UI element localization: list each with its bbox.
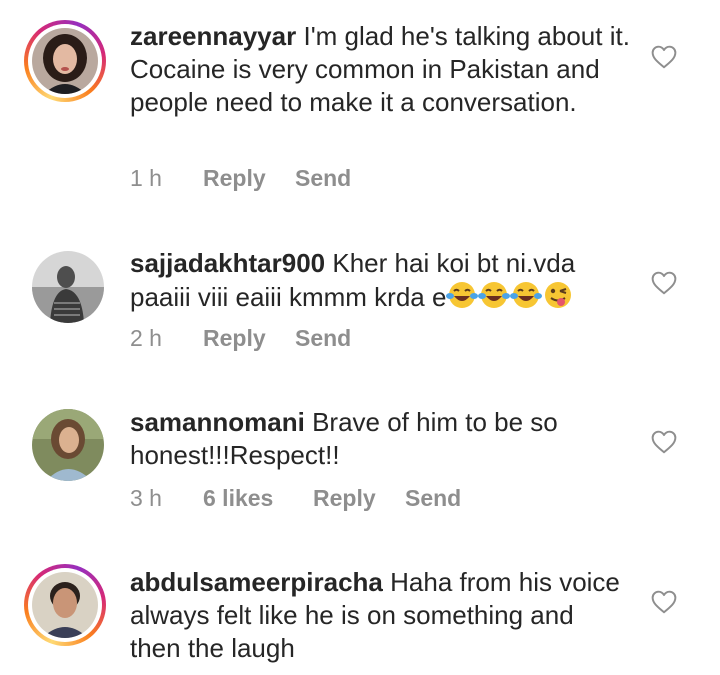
- comment-text: abdulsameerpiracha Haha from his voice a…: [130, 566, 630, 665]
- comment-text: zareennayyar I'm glad he's talking about…: [130, 20, 630, 119]
- likes-count[interactable]: 6 likes: [203, 485, 313, 512]
- comment-text: sajjadakhtar900 Kher hai koi bt ni.vda p…: [130, 247, 630, 318]
- avatar[interactable]: [24, 564, 106, 646]
- heart-outline-icon[interactable]: [651, 430, 677, 454]
- send-button[interactable]: Send: [295, 165, 351, 192]
- winking-tongue-emoji-icon: [542, 280, 574, 318]
- laughing-emoji-icon: [446, 280, 479, 318]
- heart-outline-icon[interactable]: [651, 45, 677, 69]
- comment-meta: 1 h Reply Send: [130, 165, 351, 192]
- comment-time: 3 h: [130, 485, 162, 511]
- send-button[interactable]: Send: [405, 485, 461, 512]
- reply-button[interactable]: Reply: [203, 165, 295, 192]
- comment-username[interactable]: sajjadakhtar900: [130, 248, 325, 278]
- comment-username[interactable]: samannomani: [130, 407, 305, 437]
- heart-outline-icon[interactable]: [651, 271, 677, 295]
- send-button[interactable]: Send: [295, 325, 351, 352]
- comment-meta: 3 h 6 likes Reply Send: [130, 485, 461, 512]
- heart-outline-icon[interactable]: [651, 590, 677, 614]
- comment-time: 2 h: [130, 325, 162, 351]
- reply-button[interactable]: Reply: [313, 485, 405, 512]
- avatar[interactable]: [32, 251, 104, 323]
- reply-button[interactable]: Reply: [203, 325, 295, 352]
- comment-text: samannomani Brave of him to be so honest…: [130, 406, 630, 472]
- laughing-emoji-icon: [478, 280, 511, 318]
- comment-time: 1 h: [130, 165, 162, 191]
- comment-username[interactable]: zareennayyar: [130, 21, 296, 51]
- laughing-emoji-icon: [510, 280, 543, 318]
- comment-meta: 2 h Reply Send: [130, 325, 351, 352]
- avatar[interactable]: [24, 20, 106, 102]
- avatar[interactable]: [32, 409, 104, 481]
- comment-username[interactable]: abdulsameerpiracha: [130, 567, 383, 597]
